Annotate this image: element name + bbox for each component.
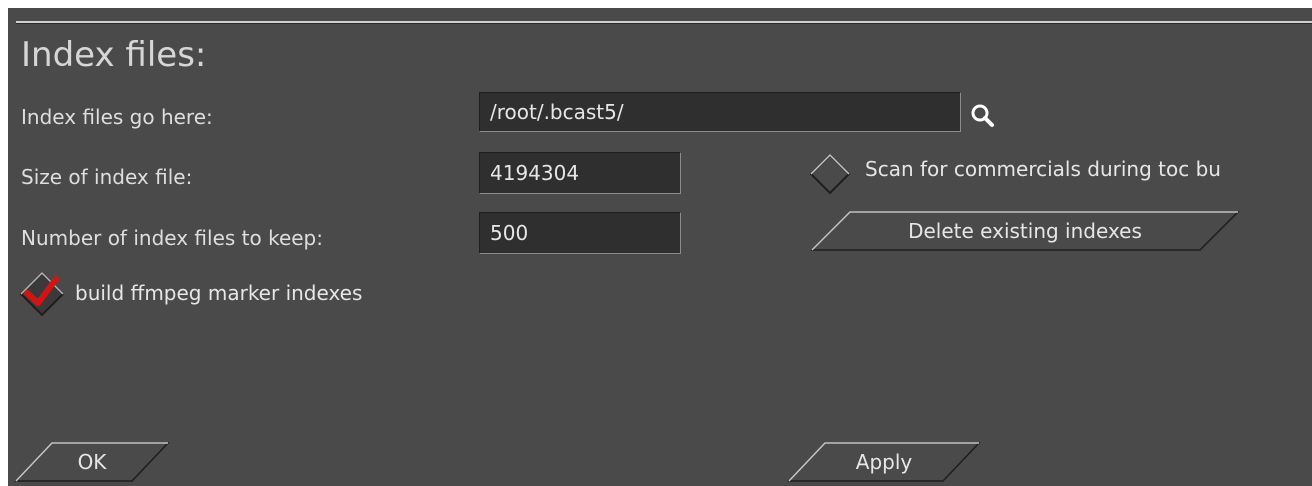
ok-label: OK <box>77 450 107 474</box>
apply-label: Apply <box>855 450 913 474</box>
section-title: Index files: <box>21 35 207 75</box>
browse-search-button[interactable] <box>965 98 1001 134</box>
ffmpeg-markers-label: build ffmpeg marker indexes <box>75 281 363 305</box>
scan-commercials-label: Scan for commercials during toc bu <box>865 157 1221 181</box>
index-dir-label: Index files go here: <box>21 105 213 129</box>
ffmpeg-markers-checkbox[interactable]: build ffmpeg marker indexes <box>18 268 458 318</box>
index-dir-input[interactable] <box>479 92 961 132</box>
diamond-checkbox-icon <box>809 153 851 195</box>
index-size-input[interactable] <box>479 152 681 194</box>
delete-indexes-button[interactable]: Delete existing indexes <box>810 211 1240 251</box>
index-size-label: Size of index file: <box>21 165 193 189</box>
window-top-edge <box>0 0 1312 8</box>
index-count-label: Number of index files to keep: <box>21 226 323 250</box>
section-divider <box>16 21 1312 24</box>
index-count-input[interactable] <box>479 212 681 254</box>
delete-indexes-label: Delete existing indexes <box>908 219 1142 243</box>
scan-commercials-checkbox[interactable]: Scan for commercials during toc bu <box>808 150 1312 196</box>
window-left-edge <box>0 0 8 486</box>
red-checkmark-icon <box>19 271 65 317</box>
ok-button[interactable]: OK <box>14 442 170 482</box>
apply-button[interactable]: Apply <box>787 442 981 482</box>
magnifier-icon <box>971 104 994 127</box>
